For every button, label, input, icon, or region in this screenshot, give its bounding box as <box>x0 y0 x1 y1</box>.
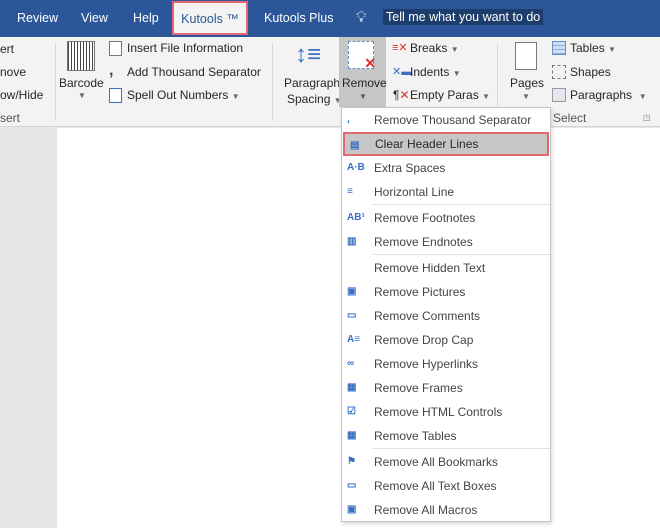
chevron-down-icon: ▼ <box>359 92 367 101</box>
pages-button[interactable]: Pages <box>510 76 544 90</box>
paragraphs-icon <box>552 88 566 102</box>
html-controls-icon: ☑ <box>347 406 356 417</box>
menu-separator <box>372 448 550 449</box>
breaks-button[interactable]: Breaks ▼ <box>410 41 459 55</box>
ribbon-tabs: Review View Help Kutools ™ Kutools Plus … <box>0 0 660 37</box>
menu-item-label: Remove HTML Controls <box>374 405 503 419</box>
footnotes-icon: AB¹ <box>347 212 365 223</box>
tab-kutools-plus[interactable]: Kutools Plus <box>264 11 333 25</box>
spell-out-numbers-button[interactable]: Spell Out Numbers ▼ <box>127 88 240 102</box>
frames-icon: ▦ <box>347 382 357 393</box>
pages-icon <box>515 42 537 70</box>
hyperlinks-icon: ∞ <box>347 358 355 369</box>
menu-item-remove-hyperlinks[interactable]: ∞ Remove Hyperlinks <box>342 352 550 376</box>
comments-icon: ▭ <box>347 310 357 321</box>
file-info-icon <box>109 41 122 56</box>
menu-separator <box>372 254 550 255</box>
indents-button[interactable]: Indents ▼ <box>410 65 461 79</box>
remove-dropdown-menu: , Remove Thousand Separator ▤ Clear Header … <box>341 107 551 522</box>
menu-item-label: Remove Tables <box>374 429 457 443</box>
menu-item-horizontal-line[interactable]: ≡ Horizontal Line <box>342 180 550 204</box>
tables-icon: ▦ <box>347 430 357 441</box>
menu-item-label: Remove Hidden Text <box>374 261 486 275</box>
menu-item-label: Remove All Text Boxes <box>374 479 497 493</box>
text-boxes-icon: ▭ <box>347 480 357 491</box>
menu-item-label: Remove Frames <box>374 381 463 395</box>
lightbulb-icon: 💡︎ <box>356 9 367 26</box>
barcode-button[interactable]: Barcode <box>59 76 104 90</box>
menu-item-remove-html-controls[interactable]: ☑ Remove HTML Controls <box>342 400 550 424</box>
group-label-insert: sert <box>0 111 21 125</box>
menu-item-remove-tables[interactable]: ▦ Remove Tables <box>342 424 550 448</box>
dialog-launcher-icon[interactable]: ◳ <box>643 113 651 122</box>
pictures-icon: ▣ <box>347 286 357 297</box>
show-hide-button-partial[interactable]: ow/Hide <box>0 88 43 102</box>
menu-item-label: Clear Header Lines <box>375 137 479 151</box>
menu-item-label: Remove Endnotes <box>374 235 473 249</box>
remove-button-partial[interactable]: nove <box>0 65 26 79</box>
macros-icon: ▣ <box>347 504 357 515</box>
menu-item-label: Remove All Bookmarks <box>374 455 499 469</box>
paragraph-spacing-icon: ↕≡ <box>295 41 322 68</box>
menu-item-label: Extra Spaces <box>374 161 446 175</box>
barcode-icon <box>67 41 95 71</box>
tell-me-search[interactable]: Tell me what you want to do <box>383 9 544 25</box>
tab-review[interactable]: Review <box>17 11 58 25</box>
bookmarks-icon: ⚑ <box>347 456 356 467</box>
thousand-separator-icon: , <box>109 62 114 79</box>
chevron-down-icon: ▼ <box>78 91 86 100</box>
menu-item-remove-comments[interactable]: ▭ Remove Comments <box>342 304 550 328</box>
tables-icon <box>552 41 566 55</box>
menu-item-extra-spaces[interactable]: A·B Extra Spaces <box>342 156 550 180</box>
spell-out-icon <box>109 88 122 103</box>
menu-item-clear-header-lines[interactable]: ▤ Clear Header Lines <box>343 132 549 156</box>
menu-item-remove-pictures[interactable]: ▣ Remove Pictures <box>342 280 550 304</box>
paragraphs-button[interactable]: Paragraphs ▼ <box>570 88 647 102</box>
breaks-icon: ≡✕ <box>392 42 408 54</box>
menu-item-label: Remove Thousand Separator <box>374 113 532 127</box>
empty-paras-button[interactable]: Empty Paras ▼ <box>410 88 490 102</box>
extra-spaces-icon: A·B <box>347 162 365 173</box>
endnotes-icon: ▥ <box>347 236 357 247</box>
menu-item-remove-all-text-boxes[interactable]: ▭ Remove All Text Boxes <box>342 474 550 498</box>
drop-cap-icon: A≡ <box>347 334 361 345</box>
insert-button-partial[interactable]: ert <box>0 42 14 56</box>
tab-view[interactable]: View <box>81 11 108 25</box>
paragraph-spacing-button-line2[interactable]: Spacing ▼ <box>287 92 342 106</box>
menu-item-label: Remove Pictures <box>374 285 466 299</box>
menu-item-label: Remove Comments <box>374 309 481 323</box>
ribbon: ert nove ow/Hide sert Barcode ▼ Insert F… <box>0 37 660 127</box>
add-thousand-separator-button[interactable]: Add Thousand Separator <box>127 65 261 79</box>
menu-item-remove-hidden-text[interactable]: Remove Hidden Text <box>342 256 550 280</box>
remove-icon: ✕ <box>348 41 376 71</box>
menu-item-remove-all-bookmarks[interactable]: ⚑ Remove All Bookmarks <box>342 450 550 474</box>
group-label-select: Select <box>553 111 587 125</box>
menu-item-remove-endnotes[interactable]: ▥ Remove Endnotes <box>342 230 550 254</box>
header-lines-icon: ▤ <box>350 140 360 151</box>
shapes-icon <box>552 65 566 79</box>
menu-item-remove-frames[interactable]: ▦ Remove Frames <box>342 376 550 400</box>
menu-item-label: Remove Footnotes <box>374 211 476 225</box>
empty-paras-icon: ¶✕ <box>393 88 410 102</box>
menu-item-label: Remove Drop Cap <box>374 333 474 347</box>
thousand-separator-icon: , <box>347 114 350 125</box>
menu-item-label: Remove All Macros <box>374 503 478 517</box>
menu-separator <box>372 204 550 205</box>
menu-item-remove-all-macros[interactable]: ▣ Remove All Macros <box>342 498 550 522</box>
remove-button[interactable]: ✕ Remove ▼ <box>339 37 387 107</box>
menu-item-remove-drop-cap[interactable]: A≡ Remove Drop Cap <box>342 328 550 352</box>
menu-item-label: Remove Hyperlinks <box>374 357 479 371</box>
menu-item-remove-thousand-separator[interactable]: , Remove Thousand Separator <box>342 108 550 132</box>
menu-item-label: Horizontal Line <box>374 185 455 199</box>
shapes-button[interactable]: Shapes <box>570 65 611 79</box>
insert-file-information-button[interactable]: Insert File Information <box>127 41 243 55</box>
menu-item-remove-footnotes[interactable]: AB¹ Remove Footnotes <box>342 206 550 230</box>
paragraph-spacing-button[interactable]: Paragraph <box>284 76 340 90</box>
tab-kutools[interactable]: Kutools ™ <box>172 1 248 35</box>
horizontal-line-icon: ≡ <box>347 186 353 197</box>
tab-help[interactable]: Help <box>133 11 159 25</box>
tables-button[interactable]: Tables ▼ <box>570 41 616 55</box>
chevron-down-icon: ▼ <box>522 92 530 101</box>
